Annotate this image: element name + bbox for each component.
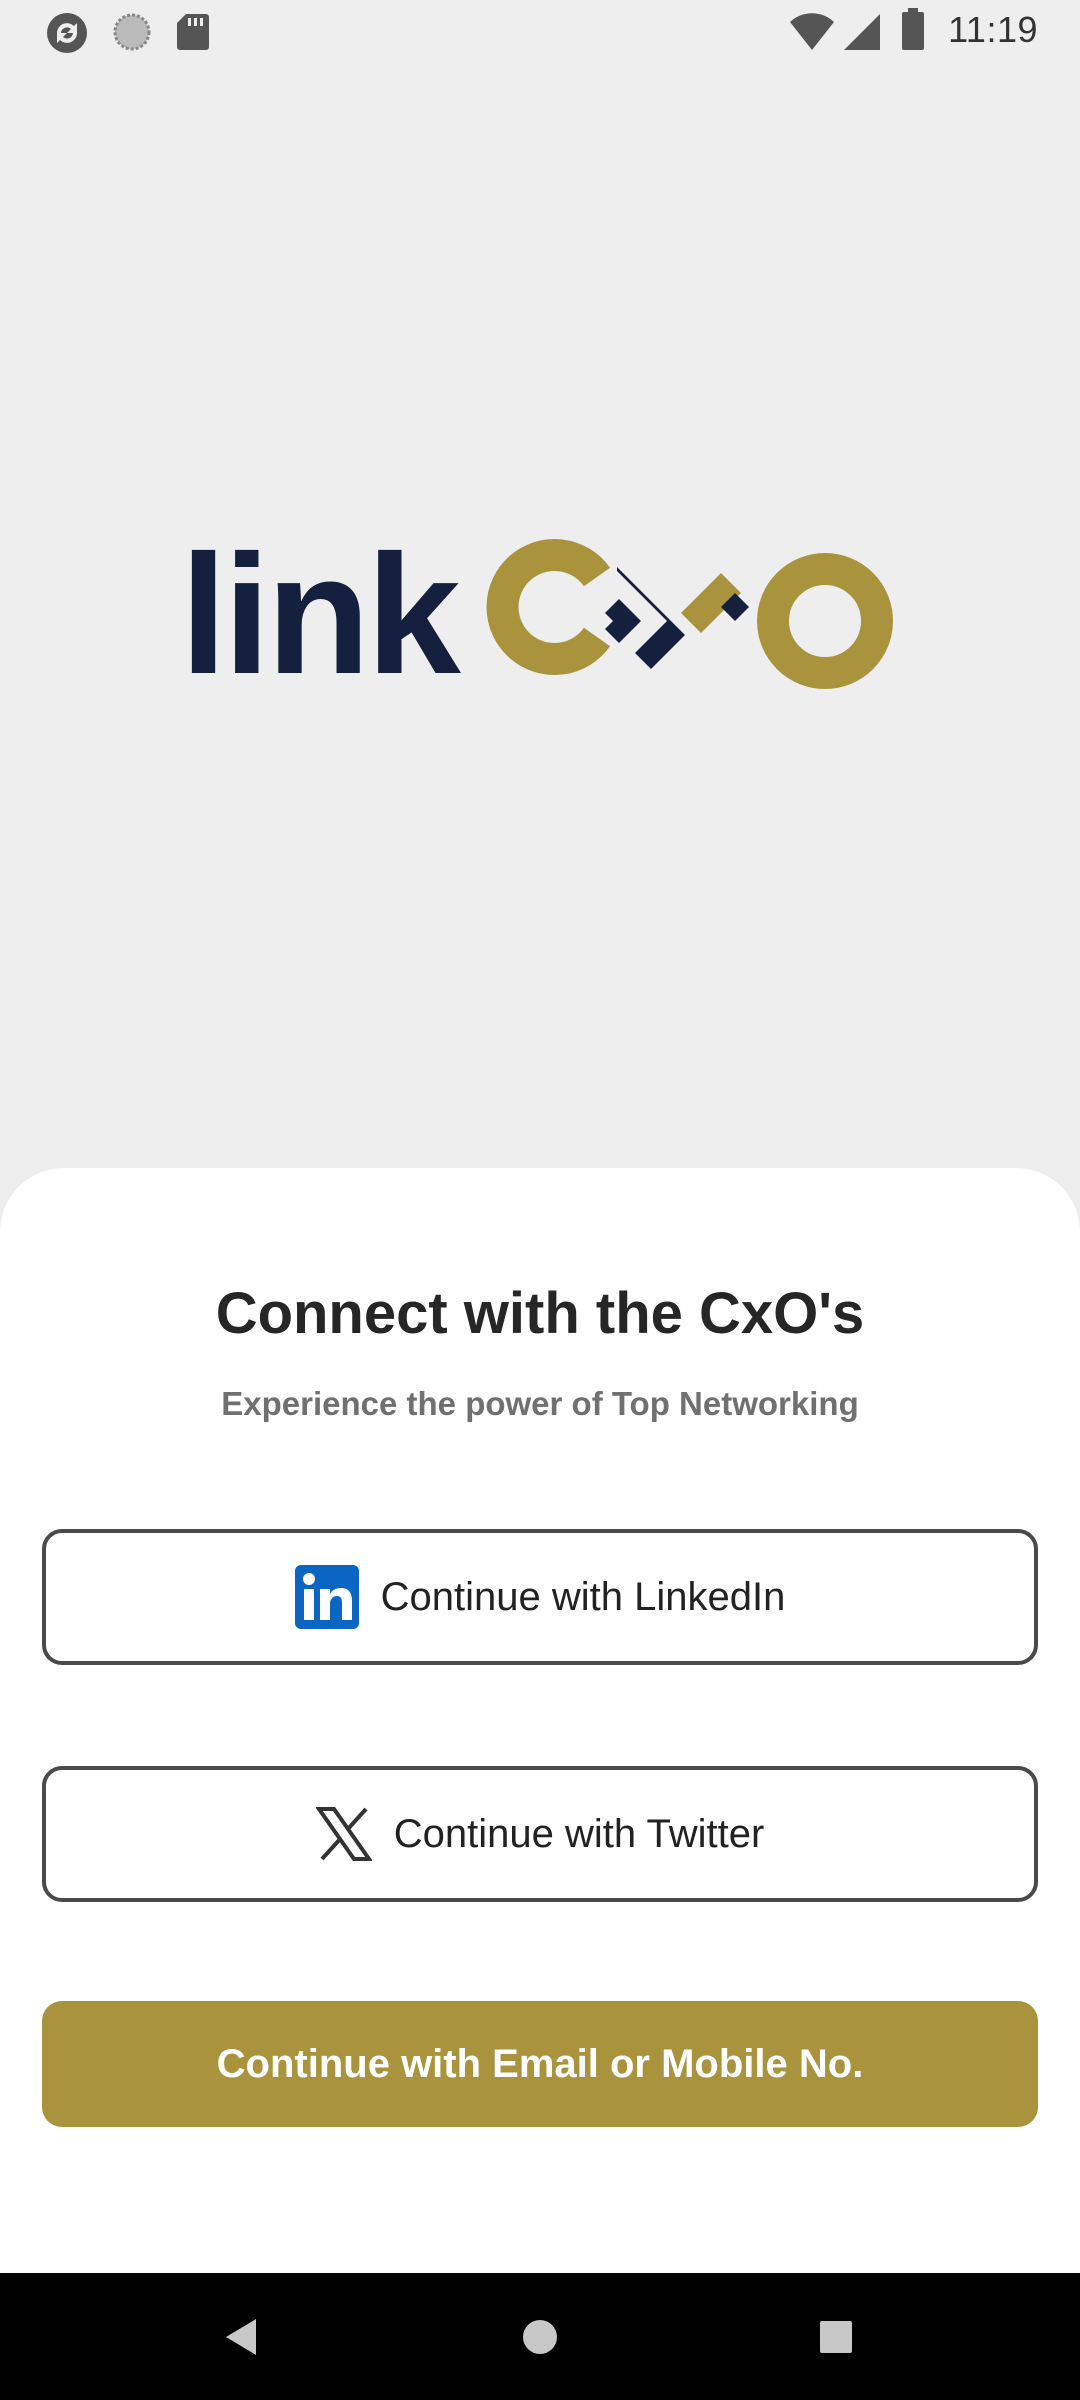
circle-status-icon (113, 13, 151, 51)
linkedin-icon (294, 1565, 359, 1629)
sheet-title: Connect with the CxO's (215, 1281, 865, 1346)
battery-icon (902, 8, 924, 50)
wifi-icon (790, 13, 834, 50)
continue-linkedin-button[interactable]: Continue with LinkedIn (42, 1529, 1038, 1665)
continue-twitter-button[interactable]: Continue with Twitter (42, 1766, 1038, 1902)
email-button-label: Continue with Email or Mobile No. (216, 2041, 864, 2086)
nav-recents-button[interactable] (756, 2273, 916, 2400)
system-nav-bar (0, 2273, 1080, 2400)
twitter-button-label: Continue with Twitter (393, 1811, 765, 1856)
app-logo: link (180, 530, 900, 700)
linkedin-button-label: Continue with LinkedIn (380, 1574, 786, 1619)
sheet-subtitle: Experience the power of Top Networking (221, 1385, 859, 1422)
sync-icon (47, 13, 87, 53)
signal-icon (844, 14, 880, 50)
status-bar: 11:19 (0, 0, 1080, 64)
status-time: 11:19 (948, 9, 1038, 50)
home-icon (523, 2319, 557, 2354)
back-icon (226, 2318, 256, 2355)
recents-icon (820, 2320, 852, 2353)
sd-card-icon (177, 14, 209, 50)
nav-home-button[interactable] (460, 2273, 620, 2400)
nav-back-button[interactable] (160, 2273, 320, 2400)
continue-email-button[interactable]: Continue with Email or Mobile No. (42, 2001, 1038, 2127)
logo-cxo-mark (486, 539, 893, 689)
logo-link-text: link (180, 520, 461, 710)
x-icon (315, 1807, 372, 1861)
